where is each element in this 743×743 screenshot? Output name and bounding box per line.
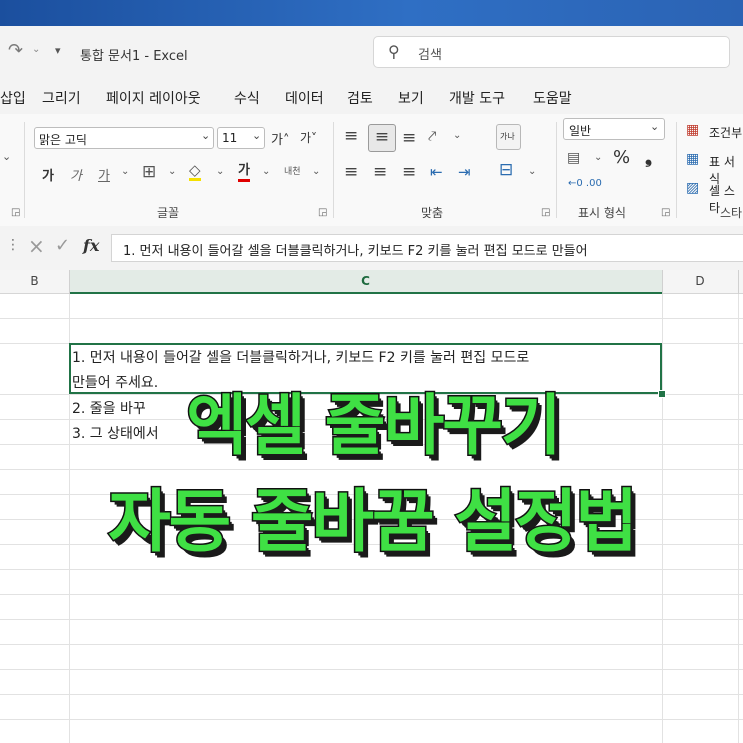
increase-decimal-icon[interactable]: ←0 .00	[568, 178, 602, 189]
conditional-format-icon[interactable]: ▦	[686, 122, 699, 138]
align-right-icon[interactable]: ≡	[402, 162, 416, 182]
cell-c-row2[interactable]: 2. 줄을 바꾸	[72, 398, 146, 418]
italic-button[interactable]: 가	[70, 165, 82, 184]
font-color-dropdown-icon[interactable]: ⌄	[262, 166, 270, 177]
format-as-table-icon[interactable]: ▦	[686, 151, 699, 167]
quick-access-customize-icon[interactable]: ▾	[55, 44, 61, 57]
chevron-down-icon: ⌄	[650, 120, 660, 133]
font-color-button[interactable]: 가	[238, 163, 250, 182]
number-format-select[interactable]: 일반 ⌄	[563, 118, 665, 140]
merge-center-icon[interactable]: ⊟	[499, 160, 513, 180]
column-divider	[738, 270, 739, 294]
decrease-font-button[interactable]: 가˅	[300, 129, 317, 146]
redo-icon[interactable]: ↷	[8, 40, 23, 61]
redo-dropdown-icon[interactable]: ⌄	[32, 44, 40, 55]
search-icon: ⚲	[388, 42, 400, 61]
underline-dropdown-icon[interactable]: ⌄	[121, 166, 129, 177]
fill-color-icon[interactable]: ◇	[189, 162, 201, 181]
tab-insert[interactable]: 삽입	[0, 88, 26, 108]
align-top-icon[interactable]: ≡	[344, 126, 358, 146]
bold-button[interactable]: 가	[42, 165, 54, 184]
grid-hline	[0, 719, 743, 720]
ribbon-divider	[556, 122, 557, 218]
tab-data[interactable]: 데이터	[285, 88, 324, 108]
fill-handle[interactable]	[658, 390, 666, 398]
grid-hline	[0, 594, 743, 595]
borders-icon[interactable]: ⊞	[142, 162, 156, 182]
headline-line-1: 엑셀 줄바꾸기	[185, 386, 563, 466]
more-options-icon[interactable]: ⋮	[6, 237, 20, 253]
window-title: 통합 문서1 - Excel	[80, 49, 188, 64]
paste-dropdown-icon[interactable]: ⌄	[2, 150, 11, 163]
tab-developer[interactable]: 개발 도구	[449, 88, 505, 108]
wrap-text-button[interactable]: 가나	[496, 124, 521, 150]
phonetic-dropdown-icon[interactable]: ⌄	[312, 166, 320, 177]
chevron-down-icon: ⌄	[201, 129, 211, 142]
grid-hline	[0, 318, 743, 319]
underline-button[interactable]: 가	[98, 165, 110, 184]
cancel-icon[interactable]: ×	[28, 234, 45, 258]
group-label-number: 표시 형식	[578, 206, 626, 220]
grid-hline	[0, 669, 743, 670]
tab-view[interactable]: 보기	[398, 88, 424, 108]
tab-page-layout[interactable]: 페이지 레이아웃	[106, 88, 201, 108]
conditional-format-button[interactable]: 조건부	[709, 124, 742, 141]
search-placeholder: 검색	[418, 48, 442, 63]
group-label-alignment: 맞춤	[421, 206, 444, 220]
increase-font-button[interactable]: 가˄	[271, 129, 289, 148]
grid-hline	[0, 619, 743, 620]
tab-formulas[interactable]: 수식	[234, 88, 260, 108]
column-divider	[69, 270, 70, 294]
merge-dropdown-icon[interactable]: ⌄	[528, 166, 536, 177]
phonetic-button[interactable]: 내천	[284, 164, 301, 177]
font-name-select[interactable]: 맑은 고딕 ⌄	[34, 127, 214, 149]
tab-help[interactable]: 도움말	[533, 88, 572, 108]
tab-review[interactable]: 검토	[347, 88, 373, 108]
column-header-c[interactable]: C	[69, 274, 662, 288]
font-dialog-launcher-icon[interactable]: ◲	[318, 207, 327, 218]
align-left-icon[interactable]: ≡	[344, 162, 358, 182]
chevron-down-icon: ⌄	[252, 129, 262, 142]
grid-hline	[0, 694, 743, 695]
accounting-dropdown-icon[interactable]: ⌄	[594, 152, 602, 163]
cell-styles-icon[interactable]: ▨	[686, 180, 699, 196]
comma-button[interactable]: ❟	[645, 147, 652, 168]
grid-hline	[0, 644, 743, 645]
ribbon-divider	[676, 122, 677, 218]
desktop-background	[0, 0, 743, 26]
alignment-dialog-launcher-icon[interactable]: ◲	[541, 207, 550, 218]
column-header-d[interactable]: D	[662, 274, 738, 288]
increase-indent-icon[interactable]: ⇥	[458, 163, 471, 181]
orientation-icon[interactable]: ⤤	[428, 127, 436, 145]
column-divider	[662, 270, 663, 294]
tab-draw[interactable]: 그리기	[42, 88, 81, 108]
accounting-format-icon[interactable]: ▤	[567, 150, 580, 166]
headline-line-2: 자동 줄바꿈 설정법	[107, 482, 640, 564]
ribbon-divider	[333, 122, 334, 218]
clipboard-dialog-launcher-icon[interactable]: ◲	[11, 207, 20, 218]
font-size-value: 11	[222, 131, 238, 145]
number-dialog-launcher-icon[interactable]: ◲	[661, 207, 670, 218]
borders-dropdown-icon[interactable]: ⌄	[168, 166, 176, 177]
percent-button[interactable]: %	[613, 147, 630, 168]
ribbon-divider	[24, 122, 25, 218]
group-label-styles: 스타	[720, 206, 743, 220]
grid-hline	[0, 569, 743, 570]
enter-icon[interactable]: ✓	[55, 235, 70, 256]
decrease-indent-icon[interactable]: ⇤	[430, 163, 443, 181]
formula-content: 1. 먼저 내용이 들어갈 셀을 더블클릭하거나, 키보드 F2 키를 눌러 편…	[123, 244, 588, 259]
fill-color-dropdown-icon[interactable]: ⌄	[216, 166, 224, 177]
font-size-select[interactable]: 11 ⌄	[217, 127, 265, 149]
group-label-font: 글꼴	[157, 206, 180, 220]
align-center-icon[interactable]: ≡	[373, 162, 387, 182]
wrap-text-label: 가나	[500, 132, 515, 141]
align-middle-icon[interactable]: ≡	[368, 124, 396, 152]
font-name-value: 맑은 고딕	[39, 133, 87, 147]
align-bottom-icon[interactable]: ≡	[402, 128, 416, 148]
cell-c-row3[interactable]: 3. 그 상태에서	[72, 423, 159, 443]
number-format-value: 일반	[569, 124, 592, 138]
insert-function-button[interactable]: fx	[83, 236, 99, 255]
orientation-dropdown-icon[interactable]: ⌄	[453, 130, 461, 141]
column-header-b[interactable]: B	[0, 274, 69, 288]
